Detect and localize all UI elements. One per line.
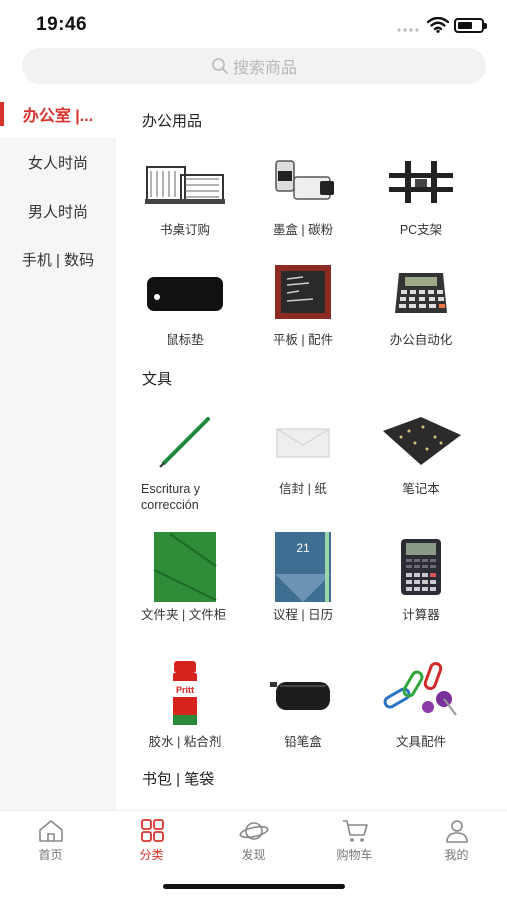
category-item-label: 铅笔盒 — [284, 735, 322, 749]
pencil-case-icon — [260, 654, 346, 734]
home-icon — [38, 820, 63, 842]
agenda-icon: 21 — [260, 527, 346, 607]
status-bar: 19:46 — [0, 0, 507, 46]
tab-discover[interactable]: 发现 — [203, 819, 304, 863]
search-bar[interactable]: 搜索商品 — [22, 48, 486, 84]
category-item-label: 笔记本 — [402, 482, 440, 496]
tab-label: 发现 — [241, 848, 266, 862]
pencil-icon — [142, 401, 228, 481]
folder-icon — [142, 527, 228, 607]
sidebar-item-label: 手机 | 数码 — [21, 251, 95, 269]
category-item-label: 鼠标垫 — [166, 333, 204, 347]
svg-text:21: 21 — [296, 541, 310, 555]
category-item-label: 书桌订购 — [159, 223, 210, 237]
sidebar-item-phone-digital[interactable]: 手机 | 数码 — [0, 235, 116, 283]
section-title-bags: 书包 | 笔袋 — [142, 771, 215, 788]
sidebar-item-label: 男人时尚 — [27, 203, 88, 221]
home-indicator[interactable] — [163, 884, 345, 889]
category-item-label: 胶水 | 粘合剂 — [148, 735, 222, 749]
ink-cartridge-icon — [260, 142, 346, 222]
category-item-label: 墨盒 | 碳粉 — [272, 223, 334, 237]
tab-label: 分类 — [139, 848, 164, 862]
category-item-label: PC支架 — [399, 223, 443, 237]
category-item-label: Escritura y corrección — [141, 482, 201, 512]
category-item-label: 文具配件 — [395, 735, 446, 749]
sidebar-item-women-fashion[interactable]: 女人时尚 — [0, 138, 116, 186]
envelope-icon — [260, 401, 346, 481]
tab-label: 购物车 — [336, 848, 373, 862]
sidebar-item-men-fashion[interactable]: 男人时尚 — [0, 187, 116, 235]
scientific-calculator-icon — [378, 527, 464, 607]
sidebar-item-label: 女人时尚 — [27, 154, 88, 172]
user-icon — [445, 820, 468, 843]
tab-home[interactable]: 首页 — [0, 819, 101, 863]
search-icon — [212, 58, 228, 74]
category-icon — [140, 819, 164, 842]
tab-label: 首页 — [38, 848, 63, 862]
search-placeholder: 搜索商品 — [232, 60, 297, 77]
category-item-label: 计算器 — [402, 608, 440, 622]
glue-stick-icon: Pritt — [142, 654, 228, 734]
tab-category[interactable]: 分类 — [101, 819, 202, 863]
paper-clip-icon — [378, 654, 464, 734]
calculator-icon — [378, 252, 464, 332]
category-sidebar: 办公室 |... 女人时尚 男人时尚 手机 | 数码 — [0, 90, 116, 810]
category-item-label: 办公自动化 — [389, 333, 453, 347]
sidebar-item-label: 办公室 |... — [22, 108, 94, 125]
section-title-office: 办公用品 — [142, 113, 203, 130]
sidebar-item-office[interactable]: 办公室 |... — [0, 90, 116, 138]
category-item-label: 信封 | 纸 — [279, 482, 327, 496]
svg-text:Pritt: Pritt — [176, 685, 194, 695]
wifi-icon — [427, 17, 449, 33]
status-time: 19:46 — [36, 14, 88, 35]
section-title-stationery: 文具 — [142, 371, 173, 388]
tab-label: 我的 — [444, 848, 469, 862]
battery-icon — [454, 18, 487, 33]
tablet-icon — [260, 252, 346, 332]
category-item-label: 文件夹 | 文件柜 — [141, 608, 227, 622]
tab-profile[interactable]: 我的 — [406, 819, 507, 863]
mouse-pad-icon — [142, 252, 228, 332]
cart-icon — [342, 820, 368, 842]
notebook-icon — [378, 401, 464, 481]
tab-cart[interactable]: 购物车 — [304, 819, 405, 863]
signal-dots-icon — [397, 28, 419, 32]
planet-icon — [238, 822, 269, 840]
monitor-mount-icon — [378, 142, 464, 222]
category-item-label: 议程 | 日历 — [272, 608, 334, 622]
category-item-label: 平板 | 配件 — [272, 333, 334, 347]
category-content: 办公用品 书桌订购 墨盒 | 碳粉 PC支架 鼠标垫 平板 | 配件 办公自动化… — [116, 96, 507, 810]
desk-organizer-icon — [142, 142, 228, 222]
